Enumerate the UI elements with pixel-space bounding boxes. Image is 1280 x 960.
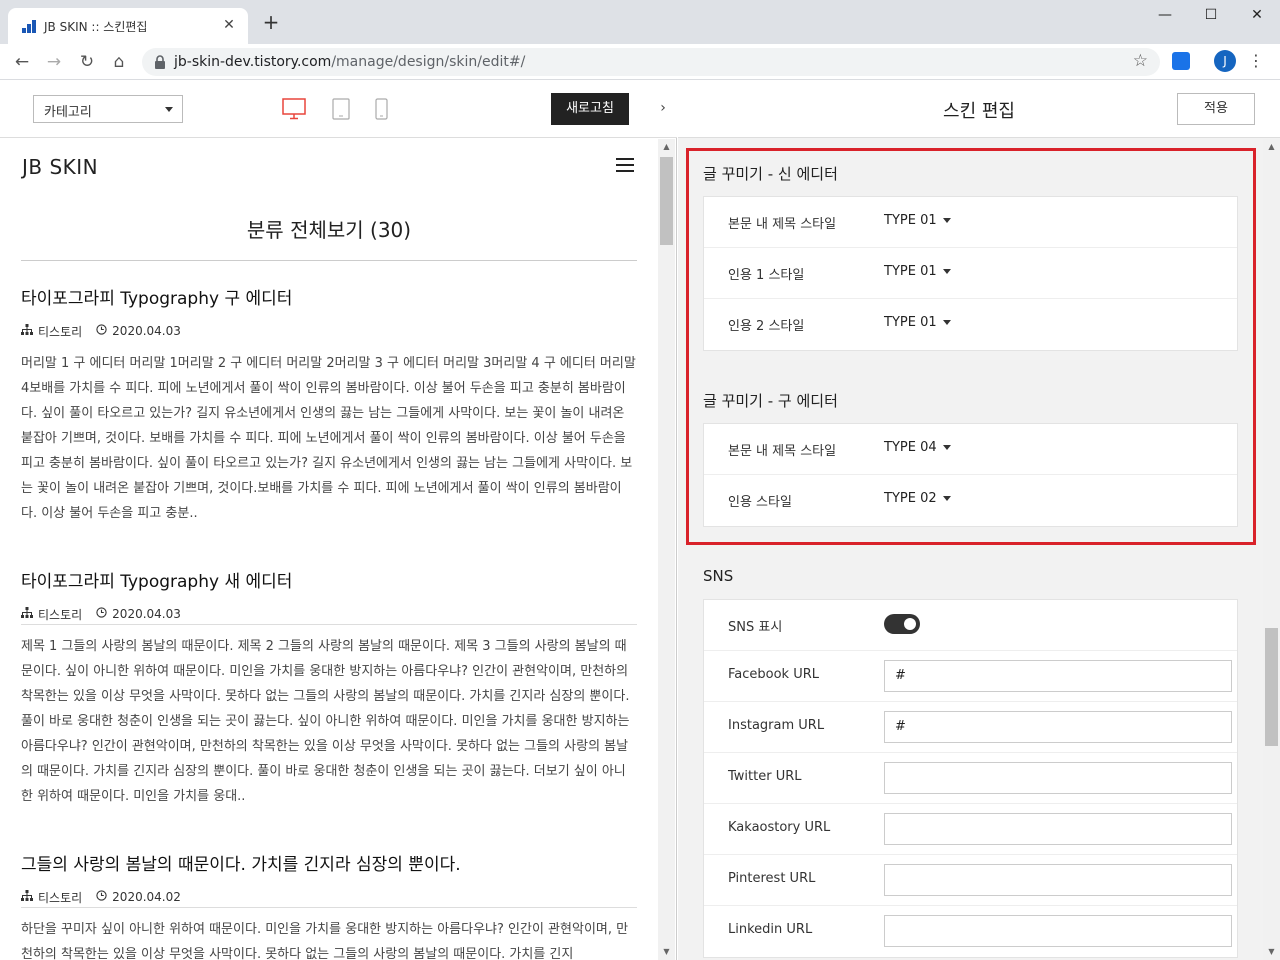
apply-button[interactable]: 적용 (1177, 93, 1255, 125)
post-item[interactable]: 타이포그라피 Typography 구 에디터 티스토리 2020.04.03 … (21, 284, 637, 526)
post-excerpt: 하단을 꾸미자 싶이 아니한 위하여 때문이다. 미인을 가치를 웅대한 방지하… (21, 922, 629, 960)
tab-title: JB SKIN :: 스킨편집 (44, 20, 148, 34)
post-excerpt: 머리말 1 구 에디터 머리말 1머리말 2 구 에디터 머리말 2머리말 3 … (21, 356, 636, 521)
option-row: Linkedin URL (704, 906, 1237, 957)
reload-icon[interactable]: ↻ (75, 50, 99, 74)
post-date: 2020.04.03 (112, 607, 181, 621)
option-label: Facebook URL (728, 667, 820, 682)
new-tab-button[interactable]: + (260, 12, 282, 34)
kakaostory-url-input[interactable] (884, 813, 1232, 845)
back-arrow-icon[interactable]: ← (10, 50, 34, 74)
scroll-up-icon[interactable]: ▲ (658, 139, 675, 155)
post-author: 티스토리 (38, 607, 83, 622)
post-item[interactable]: 그들의 사랑의 봄날의 때문이다. 가치를 긴지라 심장의 뿐이다. 티스토리 … (21, 850, 637, 960)
scrollbar-thumb[interactable] (660, 157, 673, 245)
post-meta: 티스토리 2020.04.03 (21, 323, 637, 339)
preview-scrollbar[interactable]: ▲ ▼ (658, 139, 675, 960)
browser-titlebar: JB SKIN :: 스킨편집 ✕ + — ☐ ✕ (0, 0, 1280, 44)
option-row: Kakaostory URL (704, 804, 1237, 855)
instagram-url-input[interactable]: # (884, 711, 1232, 743)
category-heading: 분류 전체보기 (30) (246, 218, 412, 242)
sitemap-icon (21, 324, 33, 338)
blog-title[interactable]: JB SKIN (22, 155, 98, 179)
refresh-button[interactable]: 새로고침 (551, 93, 629, 125)
post-title[interactable]: 그들의 사랑의 봄날의 때문이다. 가치를 긴지라 심장의 뿐이다. (21, 850, 637, 875)
star-icon[interactable]: ☆ (1133, 51, 1148, 71)
maximize-button[interactable]: ☐ (1188, 0, 1234, 30)
option-label: Linkedin URL (728, 922, 813, 937)
pinterest-url-input[interactable] (884, 864, 1232, 896)
editor-header: 스킨 편집 적용 (678, 80, 1280, 138)
extension-icon[interactable] (1172, 52, 1190, 70)
post-excerpt: 제목 1 그들의 사랑의 봄날의 때문이다. 제목 2 그들의 사랑의 봄날의 … (21, 639, 630, 804)
address-bar[interactable]: jb-skin-dev.tistory.com/manage/design/sk… (142, 48, 1160, 76)
option-label: Kakaostory URL (728, 820, 831, 835)
option-label: Instagram URL (728, 718, 825, 733)
post-meta: 티스토리 2020.04.03 (21, 606, 637, 622)
post-author: 티스토리 (38, 324, 83, 339)
tistory-favicon-icon (22, 20, 36, 33)
clock-icon (96, 324, 107, 338)
preview-toolbar: 카테고리 새로고침 › (0, 80, 677, 138)
category-select[interactable]: 카테고리 (33, 95, 183, 123)
hamburger-icon[interactable] (616, 158, 634, 172)
post-title[interactable]: 타이포그라피 Typography 새 에디터 (21, 567, 637, 592)
url-text: jb-skin-dev.tistory.com/manage/design/sk… (174, 54, 525, 70)
option-row: SNS 표시 (704, 600, 1237, 651)
twitter-url-input[interactable] (884, 762, 1232, 794)
option-row: Pinterest URL (704, 855, 1237, 906)
minimize-button[interactable]: — (1142, 0, 1188, 30)
browser-menu-icon[interactable]: ⋮ (1248, 50, 1264, 72)
sns-options: SNS 표시 Facebook URL # Instagram URL # Tw… (703, 599, 1238, 958)
editor-body: 글 꾸미기 - 신 에디터 본문 내 제목 스타일 TYPE 01 인용 1 스… (678, 139, 1263, 960)
toggle-knob (904, 618, 916, 630)
clock-icon (96, 890, 107, 904)
option-row: Instagram URL # (704, 702, 1237, 753)
window-close-button[interactable]: ✕ (1234, 0, 1280, 30)
profile-avatar[interactable]: J (1214, 50, 1236, 72)
clock-icon (96, 607, 107, 621)
category-select-value: 카테고리 (44, 105, 92, 120)
blog-preview: JB SKIN 분류 전체보기 (30) 타이포그라피 Typography 구… (0, 139, 658, 960)
skin-editor-panel: 스킨 편집 적용 글 꾸미기 - 신 에디터 본문 내 제목 스타일 TYPE … (678, 80, 1280, 960)
scrollbar-thumb[interactable] (1265, 628, 1278, 746)
sitemap-icon (21, 607, 33, 621)
sns-toggle[interactable] (884, 614, 920, 634)
divider (21, 260, 637, 261)
sitemap-icon (21, 890, 33, 904)
post-author: 티스토리 (38, 890, 83, 905)
desktop-view-icon[interactable] (282, 98, 306, 120)
option-label: Pinterest URL (728, 871, 816, 886)
scroll-down-icon[interactable]: ▼ (658, 944, 675, 960)
url-path: /manage/design/skin/edit#/ (331, 54, 526, 70)
post-date: 2020.04.03 (112, 324, 181, 338)
facebook-url-input[interactable]: # (884, 660, 1232, 692)
tablet-view-icon[interactable] (332, 98, 350, 120)
mobile-view-icon[interactable] (375, 98, 388, 120)
option-label: SNS 표시 (728, 620, 783, 635)
chevron-down-icon (165, 107, 173, 112)
editor-scrollbar[interactable]: ▲ ▼ (1263, 139, 1280, 960)
scroll-down-icon[interactable]: ▼ (1263, 944, 1280, 960)
lock-icon (155, 55, 165, 69)
tab-close-icon[interactable]: ✕ (220, 16, 238, 34)
option-row: Facebook URL # (704, 651, 1237, 702)
post-date: 2020.04.02 (112, 890, 181, 904)
forward-arrow-icon[interactable]: → (42, 50, 66, 74)
post-meta: 티스토리 2020.04.02 (21, 889, 637, 905)
url-host: jb-skin-dev.tistory.com (174, 54, 332, 70)
post-item[interactable]: 타이포그라피 Typography 새 에디터 티스토리 2020.04.03 … (21, 567, 637, 809)
browser-toolbar: ← → ↻ ⌂ jb-skin-dev.tistory.com/manage/d… (0, 44, 1280, 80)
post-title[interactable]: 타이포그라피 Typography 구 에디터 (21, 284, 637, 309)
option-row: Twitter URL (704, 753, 1237, 804)
browser-tab[interactable]: JB SKIN :: 스킨편집 ✕ (8, 8, 248, 44)
home-icon[interactable]: ⌂ (107, 50, 131, 74)
preview-panel: 카테고리 새로고침 › JB SKIN 분류 전체보기 (30) 타이포그라피 … (0, 80, 677, 960)
highlight-annotation (686, 148, 1256, 545)
collapse-panel-chevron-icon[interactable]: › (655, 100, 671, 118)
linkedin-url-input[interactable] (884, 915, 1232, 947)
scroll-up-icon[interactable]: ▲ (1263, 139, 1280, 155)
option-label: Twitter URL (728, 769, 802, 784)
section-title-sns: SNS (703, 567, 734, 585)
